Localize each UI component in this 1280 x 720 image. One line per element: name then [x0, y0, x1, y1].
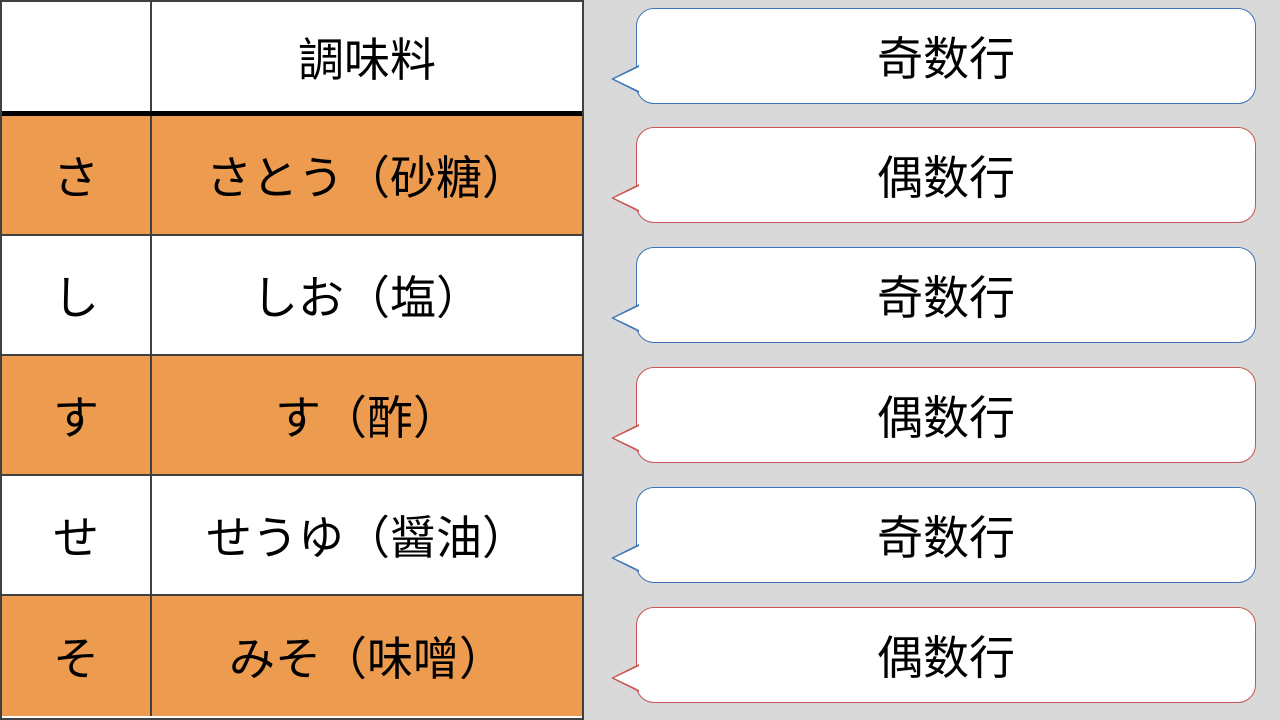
callout-label: 奇数行: [877, 502, 1015, 568]
row1-col1: さ: [2, 116, 152, 234]
row4-col2: せうゆ（醤油）: [152, 476, 582, 594]
table-row: す す（酢）: [2, 356, 582, 476]
table-header-row: 調味料: [2, 2, 582, 116]
callout-row3: 奇数行: [636, 247, 1256, 343]
diagram-stage: 調味料 さ さとう（砂糖） し しお（塩） す す（酢） せ せうゆ（醤油） そ…: [0, 0, 1280, 720]
callout-label: 偶数行: [877, 382, 1015, 448]
callout-tail-icon: [611, 544, 639, 572]
header-cell-2: 調味料: [152, 2, 582, 111]
callout-label: 奇数行: [877, 23, 1015, 89]
callout-tail-icon: [611, 184, 639, 212]
table-row: せ せうゆ（醤油）: [2, 476, 582, 596]
callout-tail-icon: [611, 304, 639, 332]
row2-col2: しお（塩）: [152, 236, 582, 354]
callout-label: 偶数行: [877, 142, 1015, 208]
callout-label: 奇数行: [877, 262, 1015, 328]
row3-col2: す（酢）: [152, 356, 582, 474]
row2-col1: し: [2, 236, 152, 354]
callout-row2: 偶数行: [636, 127, 1256, 223]
table-row: し しお（塩）: [2, 236, 582, 356]
callout-tail-icon: [611, 65, 639, 93]
callout-tail-icon: [611, 424, 639, 452]
seasoning-table: 調味料 さ さとう（砂糖） し しお（塩） す す（酢） せ せうゆ（醤油） そ…: [0, 0, 584, 720]
callout-row5: 奇数行: [636, 487, 1256, 583]
callout-row1: 奇数行: [636, 8, 1256, 104]
callout-row6: 偶数行: [636, 607, 1256, 703]
row3-col1: す: [2, 356, 152, 474]
row4-col1: せ: [2, 476, 152, 594]
header-cell-1: [2, 2, 152, 111]
callout-tail-icon: [611, 664, 639, 692]
row5-col2: みそ（味噌）: [152, 596, 582, 716]
table-row: そ みそ（味噌）: [2, 596, 582, 716]
callout-label: 偶数行: [877, 622, 1015, 688]
table-row: さ さとう（砂糖）: [2, 116, 582, 236]
row1-col2: さとう（砂糖）: [152, 116, 582, 234]
row5-col1: そ: [2, 596, 152, 716]
callout-row4: 偶数行: [636, 367, 1256, 463]
